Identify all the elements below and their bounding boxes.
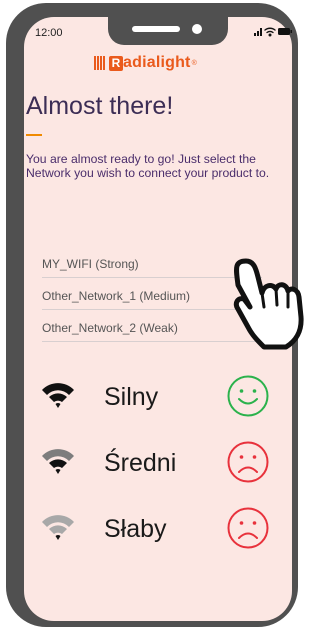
brand-logo: R adialight ® (94, 52, 197, 74)
legend-label-medium: Średni (104, 449, 177, 477)
wifi-strong-icon (42, 383, 74, 408)
smile-face-icon (227, 375, 269, 417)
wifi-status-icon (264, 27, 276, 37)
wifi-weak-icon (42, 515, 74, 540)
legend-row-strong: Silny (40, 374, 280, 424)
battery-icon (278, 28, 292, 35)
legend-row-medium: Średni (40, 440, 280, 490)
speaker-grille (132, 26, 180, 32)
front-camera (192, 24, 202, 34)
wifi-medium-icon (42, 449, 74, 474)
network-label: MY_WIFI (Strong) (42, 257, 139, 271)
logo-mark: R (109, 55, 123, 71)
signal-icon (254, 28, 262, 36)
legend-label-weak: Słaby (104, 515, 167, 543)
phone-notch (108, 16, 228, 45)
logo-registered-mark: ® (191, 59, 197, 67)
network-label: Other_Network_2 (Weak) (42, 321, 178, 335)
status-icons (254, 27, 292, 37)
title-underline (26, 134, 42, 136)
legend-row-weak: Słaby (40, 506, 280, 556)
logo-wordmark: adialight (123, 54, 191, 71)
status-time: 12:00 (35, 27, 63, 39)
frown-face-icon (227, 507, 269, 549)
logo-stripes-icon (94, 56, 106, 70)
pointing-hand-icon (233, 258, 304, 350)
legend-label-strong: Silny (104, 383, 159, 411)
network-label: Other_Network_1 (Medium) (42, 289, 191, 303)
page-title: Almost there! (26, 92, 174, 120)
intro-text: You are almost ready to go! Just select … (26, 152, 270, 180)
frown-face-icon (227, 441, 269, 483)
